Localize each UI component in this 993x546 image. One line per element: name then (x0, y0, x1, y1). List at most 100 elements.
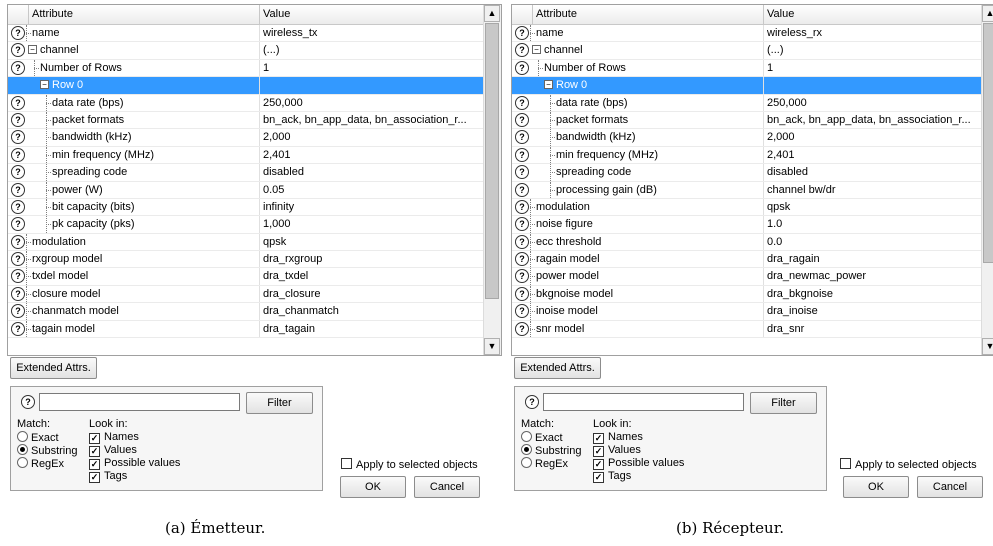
help-icon[interactable]: ? (515, 147, 529, 162)
table-row[interactable]: ? name wireless_rx (512, 25, 982, 43)
match-regex-radio[interactable]: RegEx (521, 457, 568, 470)
table-row[interactable]: ? modulation qpsk (8, 233, 484, 252)
table-row[interactable]: ? pk capacity (pks) 1,000 (8, 216, 484, 234)
help-icon[interactable]: ? (11, 43, 25, 58)
attribute-value[interactable]: 1 (263, 62, 483, 74)
collapse-icon[interactable]: − (532, 45, 541, 55)
attribute-value[interactable]: channel bw/dr (767, 184, 987, 196)
help-icon[interactable]: ? (525, 395, 539, 409)
help-icon[interactable]: ? (515, 26, 529, 40)
cancel-button[interactable]: Cancel (917, 476, 983, 498)
attribute-value[interactable]: 1.0 (767, 218, 987, 230)
table-row[interactable]: ? rxgroup model dra_rxgroup (8, 251, 484, 269)
help-icon[interactable]: ? (515, 60, 529, 75)
attribute-value[interactable]: 2,000 (263, 131, 483, 143)
attribute-value[interactable]: dra_tagain (263, 323, 483, 335)
help-icon[interactable]: ? (515, 321, 529, 336)
collapse-icon[interactable]: − (544, 80, 553, 90)
scroll-up-icon[interactable]: ▲ (982, 5, 993, 22)
attribute-value[interactable]: dra_rxgroup (263, 253, 483, 265)
help-icon[interactable]: ? (21, 395, 35, 409)
attribute-value[interactable]: 250,000 (767, 97, 987, 109)
attribute-value[interactable]: dra_snr (767, 323, 987, 335)
table-row[interactable]: ? min frequency (MHz) 2,401 (512, 146, 982, 165)
help-icon[interactable]: ? (515, 217, 529, 232)
attribute-value[interactable]: dra_inoise (767, 305, 987, 317)
extended-attrs-button[interactable]: Extended Attrs. (10, 357, 97, 379)
table-row[interactable]: − Row 0 (8, 77, 484, 95)
header-attribute[interactable]: Attribute (536, 8, 577, 20)
attribute-value[interactable]: 0.0 (767, 236, 987, 248)
header-separator[interactable] (259, 5, 260, 24)
table-row[interactable]: ? modulation qpsk (512, 198, 982, 217)
header-value[interactable]: Value (767, 8, 794, 20)
attribute-value[interactable]: dra_chanmatch (263, 305, 483, 317)
lookin-tags-checkbox[interactable]: ✓ Tags (89, 470, 127, 483)
attribute-value[interactable]: wireless_rx (767, 27, 987, 39)
ok-button[interactable]: OK (843, 476, 909, 498)
table-row[interactable]: ? bit capacity (bits) infinity (8, 198, 484, 217)
table-row[interactable]: ? power (W) 0.05 (8, 181, 484, 199)
attribute-value[interactable]: 1,000 (263, 218, 483, 230)
attribute-value[interactable]: disabled (263, 166, 483, 178)
table-row[interactable]: ? tagain model dra_tagain (8, 320, 484, 339)
help-icon[interactable]: ? (11, 217, 25, 232)
table-row[interactable]: ? packet formats bn_ack, bn_app_data, bn_a… (8, 111, 484, 130)
lookin-possible-values-checkbox[interactable]: ✓ Possible values (593, 457, 684, 470)
help-icon[interactable]: ? (11, 130, 25, 145)
filter-button[interactable]: Filter (750, 392, 817, 414)
match-substring-radio[interactable]: Substring (17, 444, 77, 457)
match-regex-radio[interactable]: RegEx (17, 457, 64, 470)
help-icon[interactable]: ? (11, 60, 25, 75)
table-row[interactable]: ? packet formats bn_ack, bn_app_data, bn_a… (512, 111, 982, 130)
attribute-value[interactable]: wireless_tx (263, 27, 483, 39)
attribute-value[interactable]: dra_closure (263, 288, 483, 300)
help-icon[interactable]: ? (515, 304, 529, 319)
table-row[interactable]: ? bandwidth (kHz) 2,000 (512, 129, 982, 147)
lookin-values-checkbox[interactable]: ✓ Values (593, 444, 641, 457)
help-icon[interactable]: ? (11, 165, 25, 180)
lookin-names-checkbox[interactable]: ✓ Names (593, 431, 643, 444)
help-icon[interactable]: ? (515, 95, 529, 110)
help-icon[interactable]: ? (11, 199, 25, 214)
table-row[interactable]: ? snr model dra_snr (512, 320, 982, 339)
filter-input[interactable] (543, 393, 744, 411)
extended-attrs-button[interactable]: Extended Attrs. (514, 357, 601, 379)
table-row[interactable]: ? bandwidth (kHz) 2,000 (8, 129, 484, 147)
attribute-value[interactable]: 2,401 (767, 149, 987, 161)
attribute-value[interactable]: qpsk (767, 201, 987, 213)
scroll-down-icon[interactable]: ▼ (982, 338, 993, 355)
help-icon[interactable]: ? (515, 234, 529, 249)
attribute-value[interactable]: disabled (767, 166, 987, 178)
table-row[interactable]: ? spreading code disabled (512, 164, 982, 182)
table-row[interactable]: ? Number of Rows 1 (512, 59, 982, 78)
table-row[interactable]: ? Number of Rows 1 (8, 59, 484, 78)
table-row[interactable]: ? spreading code disabled (8, 164, 484, 182)
attribute-value[interactable]: qpsk (263, 236, 483, 248)
lookin-possible-values-checkbox[interactable]: ✓ Possible values (89, 457, 180, 470)
help-icon[interactable]: ? (11, 286, 25, 301)
help-icon[interactable]: ? (515, 199, 529, 214)
attribute-value[interactable]: bn_ack, bn_app_data, bn_association_r... (767, 114, 987, 126)
help-icon[interactable]: ? (515, 182, 529, 197)
help-icon[interactable]: ? (11, 321, 25, 336)
table-row[interactable]: ? ragain model dra_ragain (512, 251, 982, 269)
table-row[interactable]: ? ecc threshold 0.0 (512, 233, 982, 252)
help-icon[interactable]: ? (515, 252, 529, 267)
match-exact-radio[interactable]: Exact (521, 431, 563, 444)
help-icon[interactable]: ? (11, 147, 25, 162)
help-icon[interactable]: ? (515, 269, 529, 284)
table-row[interactable]: ? noise figure 1.0 (512, 216, 982, 234)
header-value[interactable]: Value (263, 8, 290, 20)
attribute-value[interactable]: bn_ack, bn_app_data, bn_association_r... (263, 114, 483, 126)
help-icon[interactable]: ? (515, 130, 529, 145)
collapse-icon[interactable]: − (28, 45, 37, 55)
table-row[interactable]: − Row 0 (512, 77, 982, 95)
help-icon[interactable]: ? (11, 182, 25, 197)
table-row[interactable]: ? bkgnoise model dra_bkgnoise (512, 285, 982, 304)
attribute-value[interactable]: infinity (263, 201, 483, 213)
scroll-down-icon[interactable]: ▼ (484, 338, 500, 355)
match-exact-radio[interactable]: Exact (17, 431, 59, 444)
match-substring-radio[interactable]: Substring (521, 444, 581, 457)
ok-button[interactable]: OK (340, 476, 406, 498)
